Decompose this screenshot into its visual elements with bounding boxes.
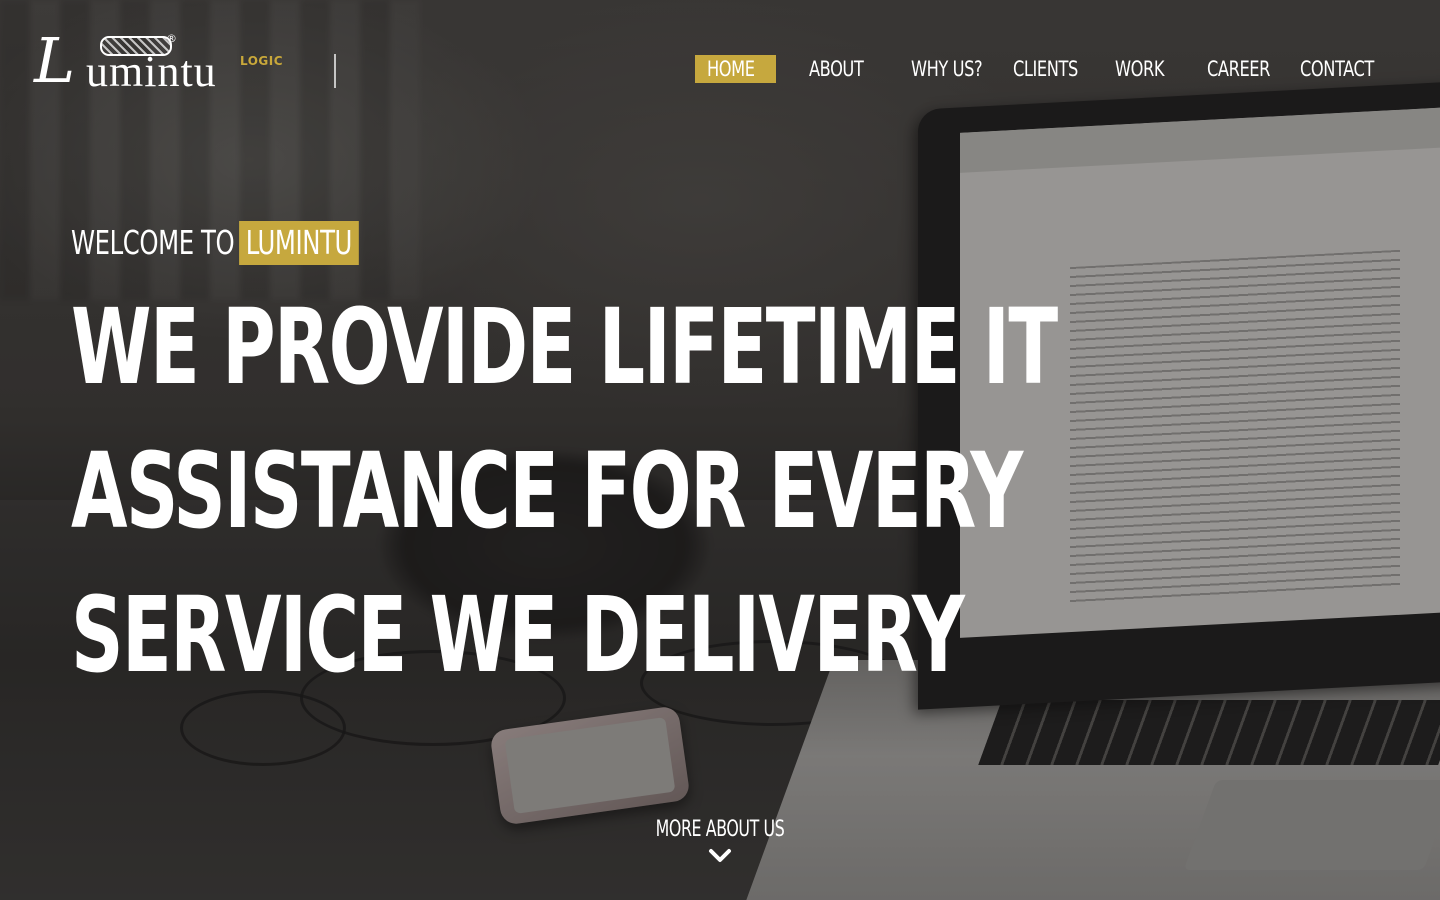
nav-item-career[interactable]: CAREER xyxy=(1207,55,1270,83)
nav-item-contact[interactable]: CONTACT xyxy=(1300,55,1374,83)
more-about-us-label: MORE ABOUT US xyxy=(655,817,785,842)
nav-item-about[interactable]: ABOUT xyxy=(809,55,864,83)
hero-headline: WE PROVIDE LIFETIME IT ASSISTANCE FOR EV… xyxy=(71,275,1058,707)
nav-item-work[interactable]: WORK xyxy=(1115,55,1165,83)
logo-registered-mark: ® xyxy=(166,32,177,45)
headline-line: ASSISTANCE FOR EVERY xyxy=(71,430,1023,552)
header-divider xyxy=(334,54,336,88)
nav-item-why-us[interactable]: WHY US? xyxy=(911,55,983,83)
logo-sub: LOGIC xyxy=(240,54,284,68)
logo-wordmark: umintu xyxy=(86,47,217,96)
headline-line: WE PROVIDE LIFETIME IT xyxy=(71,286,1058,408)
welcome-text: WELCOME TO LUMINTU xyxy=(71,221,359,265)
welcome-brand-badge: LUMINTU xyxy=(239,221,359,265)
site-logo[interactable]: L ® umintu LOGIC xyxy=(34,30,284,94)
welcome-prefix: WELCOME TO xyxy=(71,223,235,262)
nav-item-clients[interactable]: CLIENTS xyxy=(1013,55,1078,83)
logo-letter: L xyxy=(34,24,76,97)
more-about-us-button[interactable]: MORE ABOUT US xyxy=(620,815,820,863)
nav-item-home[interactable]: HOME xyxy=(707,55,755,83)
headline-line: SERVICE WE DELIVERY xyxy=(71,574,965,696)
chevron-down-icon[interactable] xyxy=(708,847,732,863)
